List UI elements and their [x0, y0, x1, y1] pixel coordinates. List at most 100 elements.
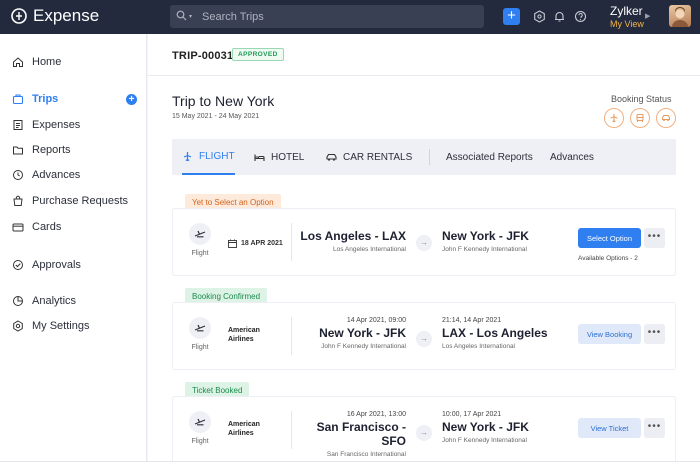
sidebar-item-cards[interactable]: Cards — [0, 216, 147, 238]
tab-advances[interactable]: Advances — [550, 139, 594, 175]
available-options: Available Options - 2 — [578, 255, 638, 262]
reports-icon — [12, 144, 24, 156]
notification-bell-icon[interactable] — [553, 10, 567, 24]
main-content: TRIP-00031 APPROVED Trip to New York 15 … — [148, 34, 700, 470]
top-bar: Expense ▾ + Zylker My View ▶ — [0, 0, 700, 34]
user-menu[interactable]: Zylker My View — [610, 4, 644, 29]
view-booking-button[interactable]: View Booking — [578, 324, 641, 344]
flight-icon — [189, 223, 211, 245]
sidebar-item-reports[interactable]: Reports — [0, 139, 147, 161]
origin-airport: Los Angeles International — [333, 246, 406, 253]
flight-icon — [189, 411, 211, 433]
trip-dates: 15 May 2021 - 24 May 2021 — [172, 113, 260, 120]
divider — [291, 317, 292, 355]
tab-car-rentals[interactable]: CAR RENTALS — [326, 139, 412, 175]
sidebar-item-home[interactable]: Home — [0, 51, 147, 73]
sidebar-item-label: Home — [32, 56, 62, 68]
more-options-button[interactable]: ••• — [644, 228, 665, 248]
destination-time: 10:00, 17 Apr 2021 — [442, 411, 502, 418]
sidebar-item-label: Expenses — [32, 119, 81, 131]
app-logo[interactable]: Expense — [10, 6, 99, 26]
tab-label: HOTEL — [271, 151, 305, 163]
destination-city: LAX - Los Angeles — [442, 326, 548, 340]
mode-flight: Flight — [187, 411, 213, 445]
origin-segment: 16 Apr 2021, 13:00 San Francisco - SFO S… — [293, 411, 406, 458]
sidebar-item-analytics[interactable]: Analytics — [0, 290, 147, 312]
user-name: Zylker — [610, 4, 643, 18]
sidebar-item-approvals[interactable]: Approvals — [0, 254, 147, 276]
avatar[interactable] — [669, 5, 691, 27]
sidebar-item-advances[interactable]: Advances — [0, 164, 147, 186]
trip-id: TRIP-00031 — [172, 50, 234, 62]
tab-associated-reports[interactable]: Associated Reports — [446, 139, 533, 175]
sidebar-item-label: My Settings — [32, 320, 90, 332]
origin-segment: Los Angeles - LAX Los Angeles Internatio… — [298, 227, 406, 253]
settings-hex-icon[interactable] — [533, 10, 547, 24]
carrier-name: American Airlines — [228, 421, 260, 437]
mode-label: Flight — [191, 438, 209, 445]
carrier-name: American Airlines — [228, 327, 260, 343]
origin-segment: 14 Apr 2021, 09:00 New York - JFK John F… — [298, 317, 406, 350]
search-input[interactable] — [202, 10, 463, 23]
mode-flight: Flight — [187, 317, 213, 351]
date-text: 18 APR 2021 — [241, 240, 283, 247]
search-dropdown-icon[interactable]: ▾ — [189, 13, 192, 20]
tab-hotel[interactable]: HOTEL — [254, 139, 304, 175]
arrow-right-icon: → — [416, 235, 432, 251]
destination-city: New York - JFK — [442, 420, 529, 434]
destination-segment: 10:00, 17 Apr 2021 New York - JFK John F… — [442, 411, 572, 444]
calendar-icon — [228, 239, 237, 248]
sidebar-item-purchase-requests[interactable]: Purchase Requests — [0, 190, 147, 212]
mode-label: Flight — [191, 344, 209, 351]
new-button[interactable]: + — [503, 8, 520, 25]
tab-label: Associated Reports — [446, 151, 533, 163]
hotel-status-icon[interactable] — [630, 108, 650, 128]
mode-label: Flight — [191, 250, 209, 257]
more-options-button[interactable]: ••• — [644, 418, 665, 438]
tab-label: FLIGHT — [199, 150, 235, 162]
divider — [291, 223, 292, 261]
origin-airport: John F Kennedy International — [321, 343, 406, 350]
arrow-right-icon: → — [416, 425, 432, 441]
approvals-icon — [12, 259, 24, 271]
flight-icon — [189, 317, 211, 339]
caret-right-icon[interactable]: ▶ — [645, 12, 650, 20]
page-title: Trip to New York — [172, 93, 275, 109]
mode-flight: Flight — [187, 223, 213, 257]
sidebar-item-my-settings[interactable]: My Settings — [0, 315, 147, 337]
sidebar-item-label: Reports — [32, 144, 71, 156]
origin-airport: San Francisco International — [326, 451, 406, 458]
origin-city: San Francisco - SFO — [316, 420, 406, 448]
purchase-icon — [12, 195, 24, 207]
search-icon — [176, 8, 187, 26]
destination-airport: John F Kennedy International — [442, 437, 527, 444]
view-ticket-button[interactable]: View Ticket — [578, 418, 641, 438]
arrow-right-icon: → — [416, 331, 432, 347]
analytics-icon — [12, 295, 24, 307]
flight-ticket-card: Flight American Airlines 16 Apr 2021, 13… — [172, 396, 676, 464]
sidebar-item-label: Approvals — [32, 259, 81, 271]
help-icon[interactable] — [574, 10, 588, 24]
car-icon — [326, 152, 337, 163]
sidebar-item-label: Trips — [32, 93, 59, 105]
select-option-button[interactable]: Select Option — [578, 228, 641, 248]
tab-flight[interactable]: FLIGHT — [182, 139, 235, 175]
flight-status-icon[interactable] — [604, 108, 624, 128]
sidebar-item-label: Cards — [32, 221, 62, 233]
divider — [291, 411, 292, 449]
destination-segment: New York - JFK John F Kennedy Internatio… — [442, 227, 572, 253]
origin-time: 16 Apr 2021, 13:00 — [346, 411, 406, 418]
flight-option-card: Flight 18 APR 2021 Los Angeles - LAX Los… — [172, 208, 676, 276]
sidebar-item-expenses[interactable]: Expenses — [0, 114, 147, 136]
user-view: My View — [610, 19, 644, 29]
add-trip-button[interactable]: + — [126, 94, 137, 105]
search-box[interactable]: ▾ — [170, 5, 484, 28]
app-name: Expense — [33, 6, 100, 25]
tab-divider — [429, 149, 430, 165]
sidebar: Home Trips + Expenses Reports Advances P… — [0, 34, 147, 470]
car-status-icon[interactable] — [656, 108, 676, 128]
more-options-button[interactable]: ••• — [644, 324, 665, 344]
trips-icon — [12, 93, 24, 105]
sidebar-item-trips[interactable]: Trips — [0, 88, 147, 110]
status-badge: APPROVED — [232, 48, 284, 61]
